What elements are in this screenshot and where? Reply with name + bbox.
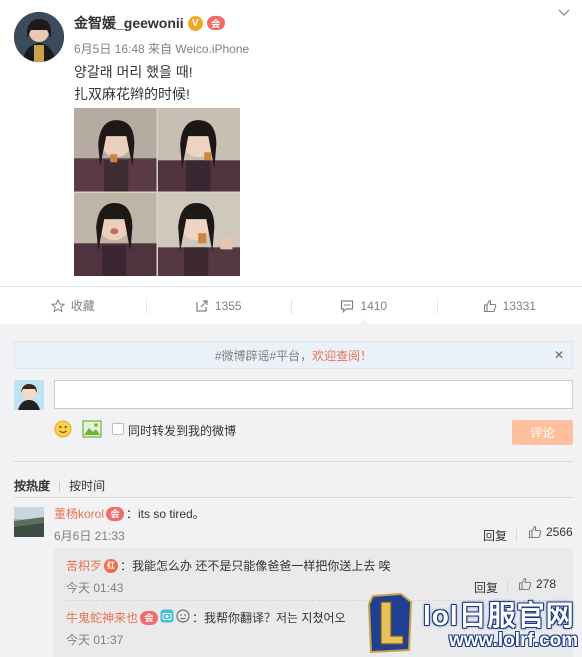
repost-checkbox[interactable] [112, 423, 124, 435]
thumbs-up-icon [483, 299, 496, 312]
photo-tile [157, 108, 240, 192]
photo-tile [74, 108, 157, 192]
sort-separator: | [58, 479, 62, 493]
divider [14, 461, 573, 462]
separator [516, 529, 517, 542]
repost-button[interactable]: 1355 [145, 287, 292, 324]
notice-link[interactable]: 欢迎查阅！ [312, 347, 372, 364]
image-upload-icon[interactable] [82, 420, 102, 438]
divider [14, 497, 573, 498]
reply-content: 牛鬼蛇神来也 会 ：我帮你翻译？저는 지쳤어오 [66, 609, 346, 626]
post-photo[interactable] [74, 108, 240, 276]
comment-content: 董杨korol 会 ：its so tired。 [54, 505, 205, 522]
comment-text: ：its so tired。 [126, 507, 205, 521]
comment-reply-button[interactable]: 回复 [483, 527, 507, 544]
comment-username[interactable]: 董杨korol [54, 505, 104, 522]
post-text-chinese: 扎双麻花辫的时候! [74, 86, 190, 102]
red-badge-icon[interactable]: 红 [104, 558, 119, 573]
current-user-avatar[interactable] [14, 380, 44, 410]
photo-tile [74, 192, 157, 276]
watermark-url: www.lolrf.com [449, 630, 579, 651]
sort-by-popularity[interactable]: 按热度 [14, 479, 50, 493]
repost-count: 1355 [214, 298, 242, 313]
post-action-bar: 收藏 1355 1410 13331 [0, 286, 582, 325]
like-count: 13331 [502, 298, 536, 313]
member-badge-icon[interactable]: 会 [206, 16, 225, 30]
chevron-down-icon[interactable] [556, 8, 572, 20]
thumbs-up-icon [518, 577, 532, 591]
post-username[interactable]: 金智媛_geewonii [74, 13, 184, 33]
post-timestamp-source[interactable]: 6月5日 16:48 来自 Weico.iPhone [74, 40, 249, 57]
favorite-label: 收藏 [70, 299, 95, 313]
reply-username[interactable]: 牛鬼蛇神来也 [66, 609, 138, 626]
comment-icon [341, 299, 354, 313]
member-badge-icon[interactable]: 会 [140, 610, 159, 625]
comment-avatar[interactable] [14, 507, 44, 537]
repost-checkbox-label[interactable]: 同时转发到我的微博 [128, 422, 236, 439]
comment-like-button[interactable]: 2566 [528, 525, 573, 539]
watermark-title: lol日服官网 [423, 600, 575, 631]
camera-badge-icon[interactable] [160, 609, 174, 626]
reply-like-button[interactable]: 278 [518, 577, 556, 591]
rumor-notice-banner[interactable]: #微博辟谣#平台， 欢迎查阅！ ✕ [14, 341, 573, 369]
reply-content: 苦枳歹 红 ：我能怎么办 还不是只能像爸爸一样把你送上去 唉 [66, 557, 391, 574]
repost-icon [196, 299, 208, 312]
star-icon [50, 298, 65, 313]
close-icon[interactable]: ✕ [554, 348, 564, 362]
comment-like-count: 2566 [546, 525, 573, 539]
submit-comment-button[interactable]: 评论 [512, 420, 573, 445]
site-watermark: lol日服官网 www.lolrf.com [363, 590, 582, 657]
reply-timestamp: 今天 01:37 [66, 633, 124, 647]
reply-username[interactable]: 苦枳歹 [66, 557, 102, 574]
comment-input[interactable] [54, 380, 573, 409]
poster-avatar[interactable] [14, 12, 64, 62]
favorite-button[interactable]: 收藏 [0, 287, 146, 324]
sort-by-time[interactable]: 按时间 [69, 479, 105, 493]
member-badge-icon[interactable]: 会 [106, 506, 125, 521]
post-author: 金智媛_geewonii V 会 [74, 13, 225, 33]
post-text-korean: 양갈래 머리 했을 때! [74, 64, 193, 80]
reply-text: ：我能怎么办 还不是只能像爸爸一样把你送上去 唉 [120, 559, 391, 573]
emoji-icon[interactable] [54, 420, 72, 438]
comment-sort-bar: 按热度 | 按时间 [14, 477, 105, 494]
league-logo-icon [367, 592, 413, 654]
verified-badge-icon[interactable]: V [187, 15, 203, 31]
reply-text: ：我帮你翻译？저는 지쳤어오 [192, 611, 346, 625]
like-button[interactable]: 13331 [436, 287, 582, 324]
comment-timestamp: 6月6日 21:33 [54, 529, 125, 543]
photo-tile [157, 192, 240, 276]
thumbs-up-icon [528, 525, 542, 539]
comment-button[interactable]: 1410 [291, 287, 437, 325]
comment-count: 1410 [360, 298, 388, 313]
notice-text[interactable]: #微博辟谣#平台， [215, 347, 312, 364]
reply-like-count: 278 [536, 577, 557, 591]
reply-timestamp: 今天 01:43 [66, 581, 124, 595]
emoji-icon [176, 609, 190, 626]
